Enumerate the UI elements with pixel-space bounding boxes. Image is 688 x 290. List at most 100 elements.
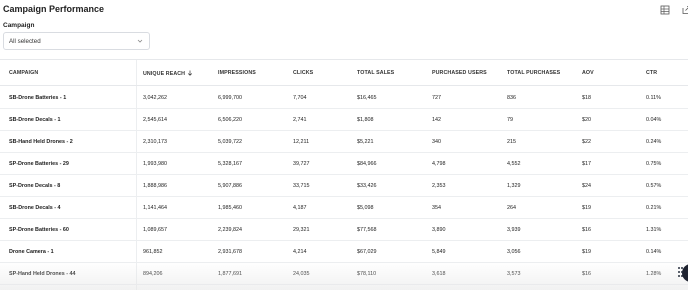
campaign-select-value: All selected <box>9 38 41 45</box>
cell-total-sales: $77,568 <box>357 227 377 233</box>
cell-total-purchases: 3,056 <box>507 249 521 255</box>
cell-total-purchases: 1,329 <box>507 183 521 189</box>
cell-total-purchases: 3,939 <box>507 227 521 233</box>
cell-clicks: 24,035 <box>293 271 310 277</box>
cell-campaign: SP-Drone Decals - 8 <box>9 183 61 189</box>
cell-campaign: SB-Drone Batteries - 1 <box>9 95 67 101</box>
drag-grip-icon[interactable] <box>676 263 688 283</box>
table-row[interactable]: Drone Camera - 1 961,852 2,931,678 4,214 $67… <box>0 241 688 263</box>
cell-clicks: 29,321 <box>293 227 310 233</box>
table-row[interactable]: SB-Drone Batteries - 1 3,042,262 6,999,700… <box>0 87 688 109</box>
cell-aov: $17 <box>582 161 591 167</box>
cell-ctr: 0.75% <box>646 161 662 167</box>
cell-total-purchases: 836 <box>507 95 516 101</box>
cell-total-sales: $78,110 <box>357 271 377 277</box>
cell-campaign: SP-Hand Held Drones - 44 <box>9 271 76 277</box>
cell-total-purchases: 79 <box>507 117 513 123</box>
cell-ctr: 1.31% <box>646 227 662 233</box>
cell-purchased-users: 5,849 <box>432 249 446 255</box>
cell-total-purchases: 4,552 <box>507 161 521 167</box>
column-header-campaign[interactable]: CAMPAIGN <box>9 70 38 76</box>
cell-impressions: 5,907,886 <box>218 183 242 189</box>
cell-impressions: 5,328,167 <box>218 161 242 167</box>
cell-campaign: SP-Drone Batteries - 60 <box>9 227 69 233</box>
cell-unique-reach: 2,545,614 <box>143 117 167 123</box>
cell-total-sales: $16,465 <box>357 95 377 101</box>
cell-aov: $18 <box>582 95 591 101</box>
cell-ctr: 0.24% <box>646 139 662 145</box>
column-header-aov[interactable]: AOV <box>582 70 594 76</box>
cell-total-purchases: 3,573 <box>507 271 521 277</box>
cell-campaign: Drone Camera - 1 <box>9 249 54 255</box>
cell-campaign: SP-Drone Batteries - 29 <box>9 161 69 167</box>
cell-total-sales: $33,426 <box>357 183 377 189</box>
cell-unique-reach: 1,993,980 <box>143 161 167 167</box>
cell-unique-reach: 2,310,173 <box>143 139 167 145</box>
column-header-clicks[interactable]: CLICKS <box>293 70 313 76</box>
cell-total-purchases: 215 <box>507 139 516 145</box>
cell-ctr: 0.21% <box>646 205 662 211</box>
cell-unique-reach: 1,888,986 <box>143 183 167 189</box>
cell-clicks: 7,704 <box>293 95 307 101</box>
cell-clicks: 12,211 <box>293 139 310 145</box>
cell-ctr: 0.57% <box>646 183 662 189</box>
cell-total-sales: $84,966 <box>357 161 377 167</box>
table-row[interactable]: SB-Drone Decals - 4 1,141,464 1,985,460 4,1… <box>0 197 688 219</box>
campaign-table: CAMPAIGN UNIQUE REACH IMPRESSIONS CLICKS… <box>0 59 688 290</box>
cell-impressions: 2,239,824 <box>218 227 242 233</box>
table-row[interactable]: SB-Drone Decals - 1 2,545,614 6,506,220 2,7… <box>0 109 688 131</box>
cell-purchased-users: 142 <box>432 117 441 123</box>
table-row[interactable]: SP-Drone Decals - 8 1,888,986 5,907,886 33,… <box>0 175 688 197</box>
table-grid-icon[interactable] <box>660 5 670 15</box>
cell-ctr: 1.28% <box>646 271 662 277</box>
page-title: Campaign Performance <box>3 4 105 14</box>
cell-campaign: SB-Drone Decals - 4 <box>9 205 61 211</box>
column-header-label: UNIQUE REACH <box>143 71 186 77</box>
cell-total-sales: $1,808 <box>357 117 374 123</box>
cell-purchased-users: 3,618 <box>432 271 446 277</box>
column-header-total-sales[interactable]: TOTAL SALES <box>357 70 394 76</box>
campaign-filter-label: Campaign <box>3 22 35 29</box>
cell-purchased-users: 2,353 <box>432 183 446 189</box>
cell-aov: $19 <box>582 249 591 255</box>
table-row[interactable]: SP-Drone Batteries - 60 1,089,657 2,239,82… <box>0 219 688 241</box>
cell-total-sales: $5,221 <box>357 139 374 145</box>
cell-clicks: 4,214 <box>293 249 307 255</box>
cell-total-sales: $67,029 <box>357 249 377 255</box>
table-header: CAMPAIGN UNIQUE REACH IMPRESSIONS CLICKS… <box>0 59 688 86</box>
cell-impressions: 1,985,460 <box>218 205 242 211</box>
chevron-down-icon <box>137 39 143 43</box>
column-header-ctr[interactable]: CTR <box>646 70 657 76</box>
campaign-select[interactable]: All selected <box>3 32 150 50</box>
column-header-purchased-users[interactable]: PURCHASED USERS <box>432 70 487 76</box>
cell-aov: $16 <box>582 271 591 277</box>
cell-impressions: 6,506,220 <box>218 117 242 123</box>
table-row[interactable]: SP-Drone Batteries - 29 1,993,980 5,328,16… <box>0 153 688 175</box>
cell-purchased-users: 4,798 <box>432 161 446 167</box>
column-header-unique-reach[interactable]: UNIQUE REACH <box>143 70 193 77</box>
cell-clicks: 33,715 <box>293 183 310 189</box>
cell-purchased-users: 340 <box>432 139 441 145</box>
cell-clicks: 39,727 <box>293 161 310 167</box>
cell-unique-reach: 1,141,464 <box>143 205 167 211</box>
cell-unique-reach: 961,852 <box>143 249 163 255</box>
cell-impressions: 6,999,700 <box>218 95 242 101</box>
cell-ctr: 0.11% <box>646 95 661 101</box>
column-header-total-purchases[interactable]: TOTAL PURCHASES <box>507 70 560 76</box>
cell-purchased-users: 3,890 <box>432 227 446 233</box>
cell-unique-reach: 3,042,262 <box>143 95 167 101</box>
cell-impressions: 1,877,691 <box>218 271 242 277</box>
cell-campaign: SB-Hand Held Drones - 2 <box>9 139 73 145</box>
arrow-down-icon[interactable] <box>187 70 193 76</box>
column-header-impressions[interactable]: IMPRESSIONS <box>218 70 256 76</box>
cell-ctr: 0.04% <box>646 117 662 123</box>
cell-aov: $19 <box>582 205 591 211</box>
cell-unique-reach: 1,089,657 <box>143 227 167 233</box>
table-row[interactable]: SB-Hand Held Drones - 2 2,310,173 5,039,72… <box>0 131 688 153</box>
export-icon[interactable] <box>681 5 688 15</box>
cell-campaign: SB-Drone Decals - 1 <box>9 117 61 123</box>
cell-impressions: 2,931,678 <box>218 249 242 255</box>
table-row[interactable]: SP-Hand Held Drones - 44 894,206 1,877,691… <box>0 263 688 285</box>
cell-aov: $16 <box>582 227 591 233</box>
cell-clicks: 4,187 <box>293 205 307 211</box>
